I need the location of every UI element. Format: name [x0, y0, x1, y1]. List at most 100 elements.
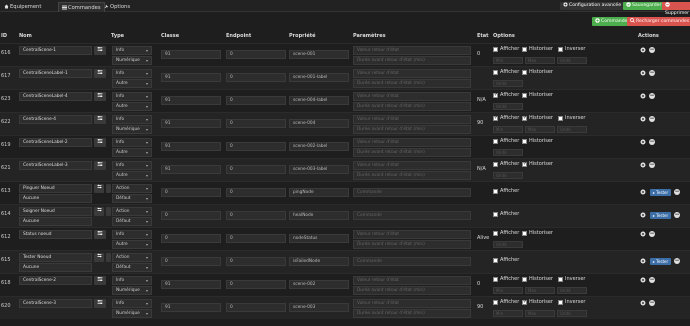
- endpoint-input[interactable]: 0: [226, 73, 286, 82]
- unite-input[interactable]: Unité: [557, 287, 587, 294]
- endpoint-input[interactable]: 0: [226, 50, 286, 59]
- inverser-checkbox[interactable]: [558, 300, 563, 305]
- reload-commands-button[interactable]: Recharger commandes: [627, 17, 690, 26]
- extra-icon-button[interactable]: [106, 207, 111, 216]
- subtype-select[interactable]: Défaut: [112, 217, 152, 226]
- config-button[interactable]: [94, 92, 106, 101]
- propriete-input[interactable]: scene-004: [289, 119, 349, 128]
- inverser-checkbox[interactable]: [558, 116, 563, 121]
- command-name-input[interactable]: Tester Noeud: [19, 253, 92, 262]
- valeur-retour-input[interactable]: Valeur retour d'état: [353, 161, 471, 170]
- type-select[interactable]: Info: [112, 69, 152, 78]
- classe-input[interactable]: 91: [161, 50, 221, 59]
- propriete-input[interactable]: pingNode: [289, 188, 349, 197]
- remove-command-icon[interactable]: −: [674, 212, 680, 218]
- propriete-input[interactable]: nodeStatus: [289, 234, 349, 243]
- duree-retour-input[interactable]: Durée avant retour d'état (min): [353, 286, 471, 295]
- propriete-input[interactable]: scene-001-label: [289, 73, 349, 82]
- unite-input[interactable]: Unité: [493, 241, 523, 248]
- classe-input[interactable]: 91: [161, 119, 221, 128]
- propriete-input[interactable]: scene-003-label: [289, 165, 349, 174]
- classe-input[interactable]: 0: [161, 188, 221, 197]
- subtype-select[interactable]: Défaut: [112, 194, 152, 203]
- subtype-select[interactable]: Autre: [112, 79, 152, 88]
- endpoint-input[interactable]: 0: [226, 119, 286, 128]
- valeur-retour-input[interactable]: Valeur retour d'état: [353, 230, 471, 239]
- afficher-checkbox[interactable]: [493, 258, 498, 263]
- gears-icon[interactable]: [640, 212, 646, 218]
- remove-command-icon[interactable]: −: [674, 189, 680, 195]
- propriete-input[interactable]: scene-003: [289, 303, 349, 312]
- subtype-select[interactable]: Autre: [112, 171, 152, 180]
- min-input[interactable]: Min: [493, 126, 523, 133]
- remove-command-icon[interactable]: −: [649, 139, 655, 145]
- command-name-input[interactable]: Soigner Noeud: [19, 207, 92, 216]
- save-button[interactable]: Sauvegarder: [623, 2, 665, 10]
- historiser-checkbox[interactable]: [522, 231, 527, 236]
- classe-input[interactable]: 91: [161, 303, 221, 312]
- subtype-select[interactable]: Numérique: [112, 125, 152, 134]
- afficher-checkbox[interactable]: [493, 115, 498, 121]
- config-avancee-button[interactable]: Configuration avancée: [560, 2, 625, 10]
- subtype-select[interactable]: Numérique: [112, 309, 152, 318]
- historiser-checkbox[interactable]: [522, 93, 527, 98]
- unite-input[interactable]: Unité: [557, 126, 587, 133]
- classe-input[interactable]: 0: [161, 211, 221, 220]
- type-select[interactable]: Action: [112, 253, 152, 262]
- type-select[interactable]: Info: [112, 46, 152, 55]
- config-button[interactable]: [94, 46, 106, 55]
- afficher-checkbox[interactable]: [493, 300, 498, 305]
- unite-input[interactable]: Unité: [493, 80, 523, 87]
- type-select[interactable]: Info: [112, 115, 152, 124]
- config-button[interactable]: [94, 69, 106, 78]
- classe-input[interactable]: 0: [161, 234, 221, 243]
- tester-button[interactable]: ▸ Tester: [650, 258, 671, 265]
- tab-options[interactable]: Options: [101, 2, 133, 12]
- parametres-input[interactable]: Commande: [353, 257, 471, 266]
- afficher-checkbox[interactable]: [493, 189, 498, 194]
- max-input[interactable]: Max: [525, 126, 555, 133]
- duree-retour-input[interactable]: Durée avant retour d'état (min): [353, 79, 471, 88]
- config-button[interactable]: [94, 276, 106, 285]
- historiser-checkbox[interactable]: [522, 115, 527, 121]
- historiser-checkbox[interactable]: [522, 139, 527, 144]
- gears-icon[interactable]: [640, 116, 646, 122]
- gears-icon[interactable]: [640, 231, 646, 237]
- unite-input[interactable]: Unité: [557, 57, 587, 64]
- gears-icon[interactable]: [640, 258, 646, 264]
- duree-retour-input[interactable]: Durée avant retour d'état (min): [353, 171, 471, 180]
- type-select[interactable]: Info: [112, 276, 152, 285]
- remove-command-icon[interactable]: −: [649, 116, 655, 122]
- command-value-select[interactable]: Aucune: [19, 217, 92, 226]
- gears-icon[interactable]: [640, 139, 646, 145]
- duree-retour-input[interactable]: Durée avant retour d'état (min): [353, 240, 471, 249]
- afficher-checkbox[interactable]: [493, 139, 498, 144]
- propriete-input[interactable]: scene-001: [289, 50, 349, 59]
- command-name-input[interactable]: CentralSceneLabel-2: [19, 138, 92, 147]
- gears-icon[interactable]: [640, 277, 646, 283]
- gears-icon[interactable]: [640, 70, 646, 76]
- subtype-select[interactable]: Autre: [112, 102, 152, 111]
- remove-command-icon[interactable]: −: [649, 162, 655, 168]
- tester-button[interactable]: ▸ Tester: [650, 212, 671, 219]
- type-select[interactable]: Action: [112, 184, 152, 193]
- config-button[interactable]: [94, 161, 106, 170]
- extra-icon-button[interactable]: [106, 253, 111, 262]
- config-button[interactable]: [94, 207, 104, 216]
- afficher-checkbox[interactable]: [493, 162, 498, 167]
- classe-input[interactable]: 91: [161, 73, 221, 82]
- valeur-retour-input[interactable]: Valeur retour d'état: [353, 92, 471, 101]
- duree-retour-input[interactable]: Durée avant retour d'état (min): [353, 125, 471, 134]
- classe-input[interactable]: 91: [161, 165, 221, 174]
- unite-input[interactable]: Unité: [493, 149, 523, 156]
- subtype-select[interactable]: Défaut: [112, 263, 152, 272]
- gears-icon[interactable]: [640, 162, 646, 168]
- subtype-select[interactable]: Numérique: [112, 286, 152, 295]
- propriete-input[interactable]: isFailedNode: [289, 257, 349, 266]
- min-input[interactable]: Min: [493, 287, 523, 294]
- command-name-input[interactable]: CentralSceneLabel-4: [19, 92, 92, 101]
- historiser-checkbox[interactable]: [522, 161, 527, 167]
- endpoint-input[interactable]: 0: [226, 303, 286, 312]
- command-name-input[interactable]: CentralSceneLabel-1: [19, 69, 92, 78]
- command-name-input[interactable]: Status noeud: [19, 230, 92, 239]
